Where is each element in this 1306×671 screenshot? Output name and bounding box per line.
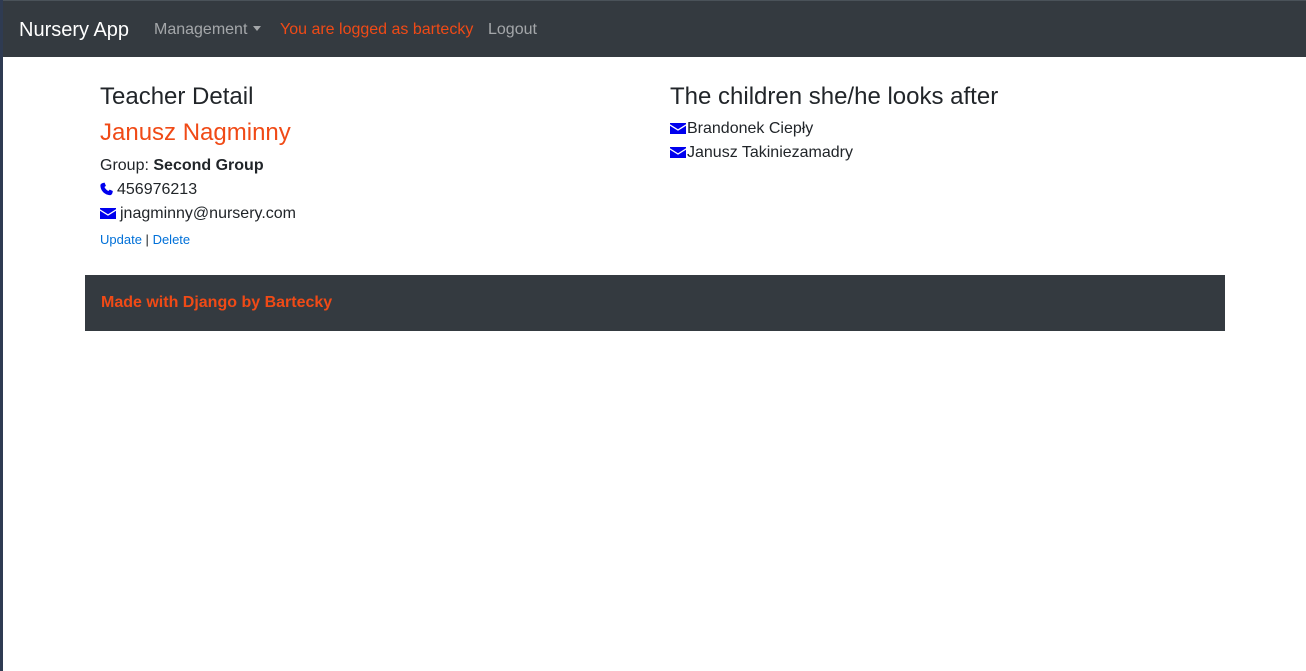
teacher-detail-heading: Teacher Detail [100,83,254,110]
teacher-actions: Update | Delete [100,231,190,248]
brand-link[interactable]: Nursery App [19,18,129,42]
group-row: Group: Second Group [100,156,264,176]
child-item: Janusz Takiniezamadry [670,143,853,165]
envelope-icon [670,121,686,141]
group-label: Group: [100,157,149,174]
window-edge [0,0,3,671]
child-name-link[interactable]: Janusz Takiniezamadry [687,144,853,161]
group-value: Second Group [153,157,264,174]
page: Nursery App Management You are logged as… [0,0,1306,671]
footer: Made with Django by Bartecky [85,275,1225,331]
child-name-link[interactable]: Brandonek Ciepły [687,120,813,137]
delete-link[interactable]: Delete [153,232,191,247]
email-row: jnagminny@nursery.com [100,204,296,226]
footer-text: Made with Django by Bartecky [101,294,333,311]
envelope-icon [670,145,686,165]
update-link[interactable]: Update [100,232,142,247]
logged-user-text: You are logged as bartecky [280,21,474,38]
phone-row: 456976213 [100,180,197,202]
teacher-name: Janusz Nagminny [100,119,291,146]
actions-separator: | [145,232,149,247]
phone-icon [100,182,113,202]
email-address: jnagminny@nursery.com [120,205,297,222]
caret-down-icon [253,26,262,31]
management-label: Management [154,21,248,38]
management-dropdown[interactable]: Management [154,20,262,40]
child-item: Brandonek Ciepły [670,119,813,141]
phone-number: 456976213 [117,181,198,198]
navbar: Nursery App Management You are logged as… [3,0,1306,57]
children-heading: The children she/he looks after [670,83,999,110]
envelope-icon [100,206,116,226]
logout-link[interactable]: Logout [488,20,537,40]
